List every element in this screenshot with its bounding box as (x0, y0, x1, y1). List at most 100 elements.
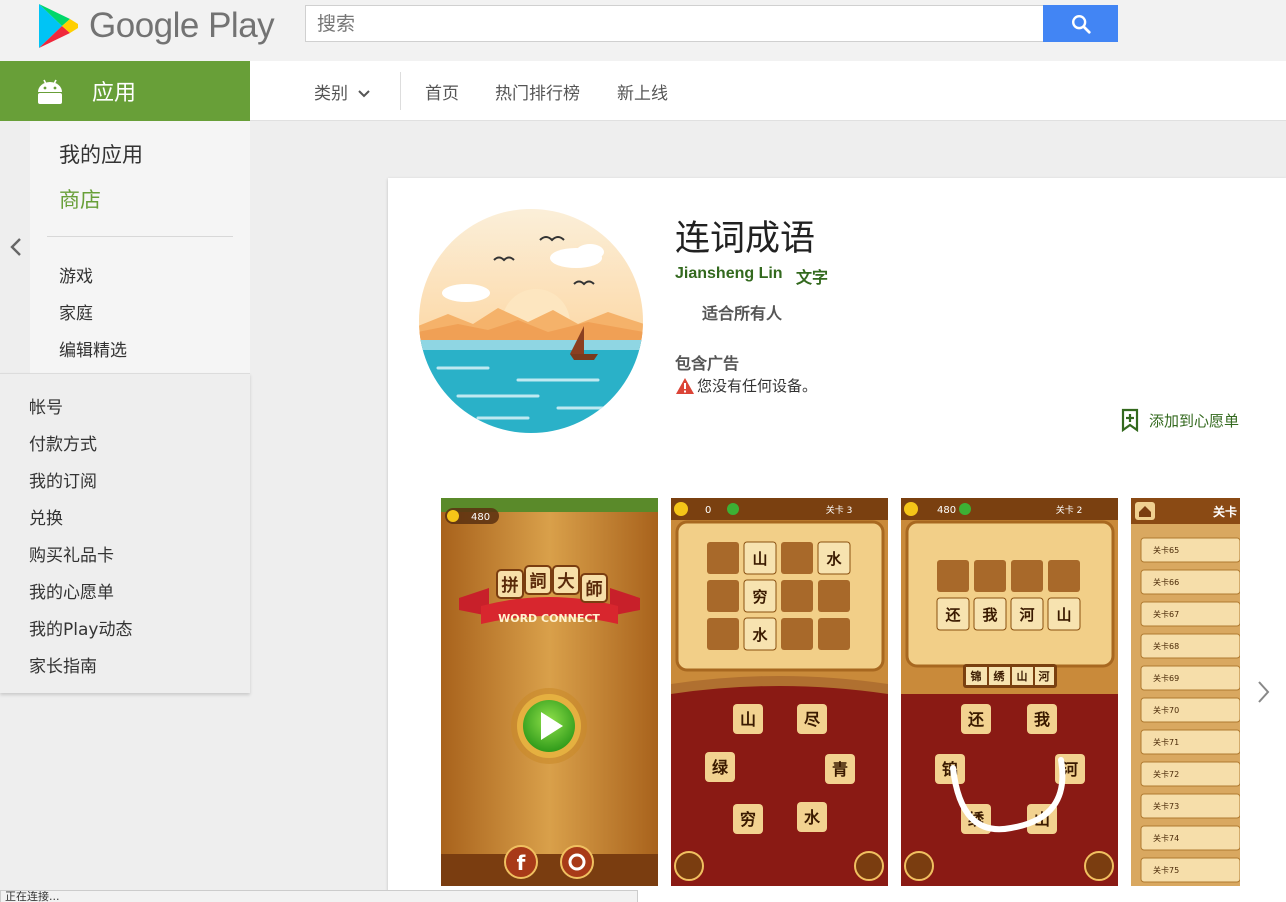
sidebar-item-games[interactable]: 游戏 (59, 262, 93, 287)
shot3-answer: 河 (1019, 606, 1034, 624)
level-item: 关卡74 (1153, 833, 1179, 843)
shuffle-icon (854, 851, 884, 881)
level-item: 关卡69 (1153, 673, 1179, 683)
shot3-answer: 还 (944, 606, 961, 624)
android-icon (38, 79, 62, 104)
shot2-letter: 绿 (712, 758, 729, 777)
shot2-grid-cell: 水 (752, 626, 768, 644)
content-rating: 适合所有人 (702, 304, 783, 323)
shot2-letter: 水 (804, 808, 821, 827)
screenshot-4-graphic: 关卡 关卡65 关卡66 关卡67 关卡68 关卡69 关卡70 关卡71 关卡… (1131, 498, 1240, 886)
device-warning-text: 您没有任何设备。 (697, 377, 818, 395)
hint-bulb-icon (674, 851, 704, 881)
shot3-hint: 河 (1039, 669, 1050, 683)
sidebar-item-editors-choice[interactable]: 编辑精选 (59, 336, 127, 361)
screenshot-1-graphic: 480 WORD CONNECT 拼 詞 大 師 f (441, 498, 658, 886)
apps-tab-label: 应用 (92, 81, 137, 106)
sidebar-item-family[interactable]: 家庭 (59, 299, 93, 324)
level-item: 关卡68 (1153, 641, 1179, 651)
apps-tab[interactable]: 应用 (0, 61, 250, 121)
account-item-payment[interactable]: 付款方式 (29, 430, 97, 455)
shot1-ribbon: WORD CONNECT (498, 612, 600, 625)
shot1-title-char-2: 詞 (530, 571, 547, 592)
chevron-down-icon (358, 90, 371, 98)
nav-divider (400, 72, 401, 110)
bookmark-add-icon (1121, 408, 1139, 432)
search-icon (1071, 14, 1091, 34)
screenshot-3[interactable]: 480 关卡 2 还 我 河 山 锦 绣 山 河 还 我 锦 河 绣 山 (901, 498, 1118, 886)
google-play-logo[interactable]: Google Play (37, 2, 275, 48)
sidebar-store[interactable]: 商店 (59, 184, 101, 214)
account-item-gift-card[interactable]: 购买礼品卡 (29, 541, 114, 566)
shot4-header: 关卡 (1213, 504, 1237, 519)
shot1-title-char-3: 大 (558, 571, 575, 592)
level-item: 关卡72 (1153, 769, 1179, 779)
shot1-title-char-1: 拼 (502, 575, 519, 596)
category-bar: 应用 类别 首页 热门排行榜 新上线 (0, 61, 1286, 121)
facebook-icon: f (517, 851, 526, 875)
shot2-letter: 山 (740, 710, 756, 729)
search-input[interactable] (306, 6, 1044, 41)
shot3-answer: 我 (982, 606, 997, 624)
account-item-parent-guide[interactable]: 家长指南 (29, 652, 97, 677)
account-item-subscriptions[interactable]: 我的订阅 (29, 467, 97, 492)
play-triangle-icon (39, 4, 78, 48)
level-item: 关卡71 (1153, 737, 1179, 747)
sidebar-divider (47, 236, 233, 237)
shot2-letter: 青 (832, 760, 848, 779)
chevron-left-icon[interactable] (8, 236, 24, 258)
categories-dropdown[interactable]: 类别 (314, 79, 371, 104)
shot2-coins: 0 (705, 505, 711, 516)
chevron-right-icon[interactable] (1255, 679, 1271, 705)
categories-label: 类别 (314, 84, 348, 104)
shot3-hint: 锦 (971, 669, 982, 683)
screenshot-2-graphic: 0 关卡 3 山 水 穷 水 山 尽 绿 青 穷 水 (671, 498, 888, 886)
shot3-letter: 还 (967, 710, 985, 729)
nav-home[interactable]: 首页 (425, 79, 459, 104)
app-icon (419, 209, 643, 433)
account-item-play-activity[interactable]: 我的Play动态 (29, 615, 132, 640)
ads-notice: 包含广告 (675, 354, 740, 373)
shot2-level: 关卡 3 (826, 504, 853, 516)
shot3-letter: 我 (1034, 710, 1050, 729)
level-item: 关卡67 (1153, 609, 1179, 619)
screenshot-4[interactable]: 关卡 关卡65 关卡66 关卡67 关卡68 关卡69 关卡70 关卡71 关卡… (1131, 498, 1240, 886)
sidebar-my-apps[interactable]: 我的应用 (59, 139, 143, 169)
add-to-wishlist-button[interactable]: 添加到心愿单 (1120, 408, 1239, 432)
search-box[interactable] (305, 5, 1044, 42)
top-header: Google Play (0, 0, 1286, 61)
shot2-letter: 穷 (740, 810, 756, 829)
level-item: 关卡66 (1153, 577, 1179, 587)
level-item: 关卡75 (1153, 865, 1179, 875)
shot3-hint: 山 (1017, 669, 1028, 683)
shot2-grid-cell: 水 (826, 550, 842, 568)
screenshot-1[interactable]: 480 WORD CONNECT 拼 詞 大 師 f (441, 498, 658, 886)
shot3-answer: 山 (1056, 606, 1071, 624)
account-item-wishlist[interactable]: 我的心愿单 (29, 578, 114, 603)
level-item: 关卡70 (1153, 705, 1179, 715)
developer-link[interactable]: Jiansheng Lin (675, 265, 783, 283)
genre-link[interactable]: 文字 (796, 264, 828, 288)
shot1-coins: 480 (471, 512, 490, 523)
level-item: 关卡65 (1153, 545, 1179, 555)
shot3-hint: 绣 (993, 669, 1006, 683)
account-item-redeem[interactable]: 兑换 (29, 504, 63, 529)
shuffle-icon (1084, 851, 1114, 881)
account-menu (0, 373, 250, 693)
nav-top-charts[interactable]: 热门排行榜 (495, 79, 580, 104)
shot3-coins: 480 (937, 505, 956, 516)
search-button[interactable] (1043, 5, 1118, 42)
warning-icon (676, 377, 694, 394)
device-warning: 您没有任何设备。 (675, 375, 817, 396)
app-title: 连词成语 (675, 219, 816, 259)
shot2-grid-cell: 山 (752, 550, 767, 568)
account-item-account[interactable]: 帐号 (29, 393, 63, 418)
hint-bulb-icon (904, 851, 934, 881)
wishlist-label: 添加到心愿单 (1149, 411, 1240, 430)
shot2-grid-cell: 穷 (752, 588, 767, 606)
screenshot-3-graphic: 480 关卡 2 还 我 河 山 锦 绣 山 河 还 我 锦 河 绣 山 (901, 498, 1118, 886)
logo-text: Google Play (89, 6, 275, 45)
status-bar: 正在连接... (0, 890, 638, 902)
screenshot-2[interactable]: 0 关卡 3 山 水 穷 水 山 尽 绿 青 穷 水 (671, 498, 888, 886)
nav-new-releases[interactable]: 新上线 (617, 79, 668, 104)
